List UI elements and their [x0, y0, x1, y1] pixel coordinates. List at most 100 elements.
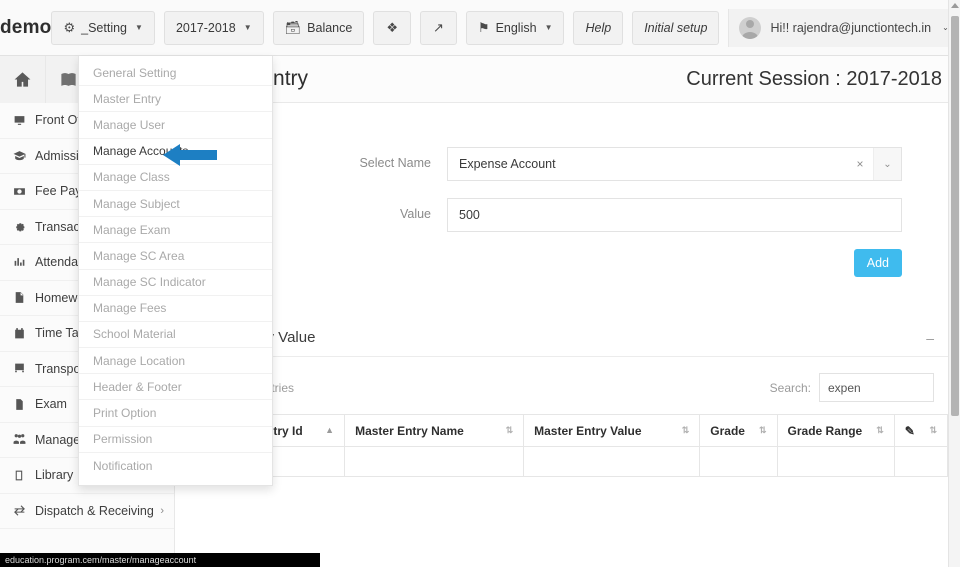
menu-item-general-setting[interactable]: General Setting [79, 60, 272, 87]
value-input[interactable] [447, 198, 902, 232]
select-name-dropdown[interactable]: Expense Account × ⌄ [447, 147, 902, 181]
calendar-icon [13, 327, 35, 340]
menu-item-label: Manage SC Area [93, 248, 185, 263]
menu-item-school-material[interactable]: School Material [79, 322, 272, 349]
master-entry-table: Master Entry Id ▲ Master Entry Name ⇅ [204, 414, 948, 477]
minimize-panel-button[interactable]: – [926, 331, 934, 345]
expand-arrow-icon: ↗ [433, 20, 444, 35]
session-year-button[interactable]: 2017-2018 ▼ [163, 10, 264, 45]
select-name-row: Select Name Expense Account × ⌄ [175, 147, 948, 181]
browser-status-bar: education.program.cem/master/manageaccou… [0, 553, 320, 567]
column-label: Master Entry Value [534, 423, 642, 438]
master-entry-value-panel: Master Entry Value – ▼ entries Search: [175, 319, 948, 477]
menu-item-print-option[interactable]: Print Option [79, 400, 272, 427]
table-row[interactable] [204, 446, 948, 477]
brand-logo: demo [0, 16, 52, 38]
setting-menu-label: _Setting [81, 20, 128, 35]
column-master-entry-value[interactable]: Master Entry Value ⇅ [523, 414, 701, 447]
menu-item-manage-accounts[interactable]: Manage Accounts [79, 139, 272, 165]
menu-item-manage-class[interactable]: Manage Class [79, 165, 272, 191]
submit-control: Add [447, 249, 902, 277]
menu-item-manage-subject[interactable]: Manage Subject [79, 191, 272, 218]
column-label: Grade Range [787, 423, 863, 438]
setting-dropdown-menu: General Setting Master Entry Manage User… [78, 56, 273, 486]
balance-button[interactable]: 🗃 Balance [272, 10, 365, 45]
database-icon: 🗃 [284, 20, 302, 35]
menu-item-label: Manage SC Indicator [93, 275, 206, 290]
submit-row: Add [175, 249, 948, 277]
menu-item-notification[interactable]: Notification [79, 453, 272, 479]
user-account-label: Hi!! rajendra@junctiontech.in [770, 20, 932, 35]
menu-item-label: Master Entry [93, 91, 162, 106]
chevron-down-icon[interactable]: ⌄ [873, 148, 901, 180]
value-control [447, 198, 902, 232]
cell [344, 446, 525, 477]
transfer-icon [13, 504, 35, 517]
main-content: Master Entry Current Session : 2017-2018… [175, 56, 948, 567]
help-button[interactable]: Help [573, 10, 624, 45]
money-icon [13, 185, 35, 198]
table-header: Master Entry Id ▲ Master Entry Name ⇅ [204, 414, 948, 447]
menu-item-label: Manage Class [93, 170, 170, 185]
sidebar-item-dispatch-receiving[interactable]: Dispatch & Receiving › [0, 494, 174, 529]
menu-item-manage-location[interactable]: Manage Location [79, 348, 272, 375]
menu-item-master-entry[interactable]: Master Entry [79, 86, 272, 113]
menu-item-manage-sc-indicator[interactable]: Manage SC Indicator [79, 270, 272, 296]
setting-menu-button[interactable]: ⚙ _Setting ▼ [51, 10, 155, 45]
menu-item-label: Manage Location [93, 353, 186, 368]
fullscreen-button[interactable]: ❖ [373, 10, 411, 45]
scroll-up-arrow-icon[interactable] [951, 3, 959, 8]
column-label: Grade [710, 423, 745, 438]
sort-both-icon: ⇅ [758, 425, 767, 435]
session-year-label: 2017-2018 [175, 20, 236, 35]
search-input[interactable] [819, 373, 934, 402]
gear-icon [13, 220, 35, 233]
people-icon [13, 433, 35, 446]
sort-asc-icon: ▲ [325, 425, 335, 435]
menu-item-manage-sc-area[interactable]: Manage SC Area [79, 243, 272, 270]
monitor-icon [13, 114, 35, 127]
column-master-entry-name[interactable]: Master Entry Name ⇅ [344, 414, 525, 447]
clear-selection-icon[interactable]: × [847, 157, 873, 171]
table-search-control: Search: [770, 373, 934, 402]
language-button[interactable]: ⚑ English ▼ [465, 10, 565, 45]
page-header: Master Entry Current Session : 2017-2018 [175, 56, 948, 103]
language-label: English [495, 20, 537, 35]
fullscreen-icon: ❖ [386, 20, 398, 35]
menu-item-label: General Setting [93, 65, 177, 80]
initial-setup-button[interactable]: Initial setup [632, 10, 720, 45]
chevron-down-icon: ▼ [544, 23, 553, 32]
cell [776, 446, 895, 477]
menu-item-permission[interactable]: Permission [79, 427, 272, 453]
file-icon [13, 398, 35, 411]
graduation-cap-icon [13, 149, 35, 162]
add-button[interactable]: Add [853, 249, 902, 277]
bus-icon [13, 362, 35, 375]
expand-button[interactable]: ↗ [420, 10, 457, 45]
menu-item-label: Permission [93, 432, 153, 447]
sort-both-icon: ⇅ [505, 425, 514, 435]
current-session-label: Current Session : 2017-2018 [686, 67, 942, 90]
menu-item-label: Manage Exam [93, 222, 171, 237]
column-grade[interactable]: Grade ⇅ [699, 414, 778, 447]
edit-icon: ✎ [904, 423, 915, 438]
select-name-control: Expense Account × ⌄ [447, 147, 902, 181]
menu-item-label: Notification [93, 458, 153, 473]
vertical-scrollbar[interactable] [948, 0, 960, 567]
scrollbar-thumb[interactable] [951, 16, 959, 416]
menu-item-manage-fees[interactable]: Manage Fees [79, 296, 272, 322]
sidebar-home-button[interactable] [0, 56, 46, 103]
gear-icon: ⚙ [63, 20, 76, 35]
user-account-menu[interactable]: Hi!! rajendra@junctiontech.in ⌄ [728, 8, 960, 47]
sort-both-icon: ⇅ [681, 425, 690, 435]
column-grade-range[interactable]: Grade Range ⇅ [777, 414, 895, 447]
column-actions[interactable]: ✎ ⇅ [894, 414, 948, 447]
menu-item-manage-exam[interactable]: Manage Exam [79, 217, 272, 244]
menu-item-header-footer[interactable]: Header & Footer [79, 374, 272, 401]
book-icon [13, 469, 35, 482]
entry-form: Select Name Expense Account × ⌄ Value 50… [175, 103, 948, 277]
app-root: demo ⚙ _Setting ▼ 2017-2018 ▼ 🗃 Balance … [0, 0, 960, 567]
menu-item-manage-user[interactable]: Manage User [79, 112, 272, 139]
menu-item-label: School Material [93, 327, 176, 342]
translate-book-icon [61, 73, 76, 86]
